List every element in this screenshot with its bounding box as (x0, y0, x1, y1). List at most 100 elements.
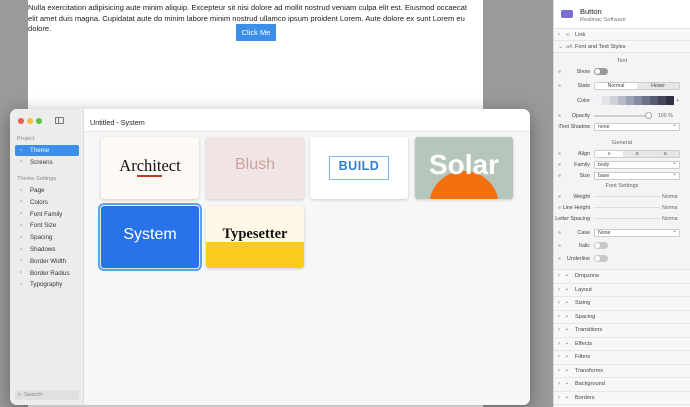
weight-value: Norma (662, 193, 678, 200)
show-toggle[interactable] (594, 68, 608, 75)
color-swatch[interactable] (650, 96, 658, 105)
theme-card-solar[interactable]: Solar (415, 137, 513, 199)
link-section[interactable]: › ∞ Link (554, 29, 690, 41)
weight-slider[interactable] (594, 196, 660, 197)
section-sizing[interactable]: › ▪ Sizing (554, 297, 690, 311)
theme-card-blush[interactable]: Blush (206, 137, 304, 199)
text-shadow-select[interactable]: none (594, 122, 680, 131)
opacity-slider[interactable] (594, 111, 652, 119)
sidebar-item-typography[interactable]: ▫ Typography (15, 279, 79, 290)
color-swatches[interactable] (594, 96, 674, 105)
state-hover-tab[interactable]: Hover (637, 82, 679, 89)
reset-dot[interactable] (558, 174, 561, 177)
sidebar-toggle-icon[interactable] (55, 117, 64, 124)
color-swatch[interactable] (626, 96, 634, 105)
architect-underline (137, 175, 162, 177)
reset-dot[interactable] (558, 114, 561, 117)
sidebar-item-spacing[interactable]: ▫ Spacing (15, 232, 79, 243)
align-center-icon[interactable]: ≡ (623, 150, 651, 157)
reset-dot[interactable] (558, 84, 561, 87)
theme-card-system[interactable]: System (98, 203, 202, 271)
theme-card-typesetter[interactable]: Typesetter (206, 206, 304, 268)
section-filters[interactable]: › ▪ Filters (554, 351, 690, 365)
color-swatch[interactable] (658, 96, 666, 105)
italic-toggle[interactable] (594, 242, 608, 249)
show-row: Show (554, 66, 690, 77)
reset-dot[interactable] (558, 244, 561, 247)
font-section[interactable]: ⌄ aA Font and Text Styles (554, 41, 690, 53)
section-layout[interactable]: › ▪ Layout (554, 283, 690, 297)
color-row: Color + (554, 95, 690, 106)
section-effects[interactable]: › ▪ Effects (554, 337, 690, 351)
colors-icon: ▫ (20, 199, 23, 206)
sidebar-item-page[interactable]: ▫ Page (15, 185, 79, 196)
color-swatch[interactable] (642, 96, 650, 105)
theme-card-build[interactable]: BUILD (310, 137, 408, 199)
sidebar-search[interactable]: ⌕ Search (15, 390, 79, 400)
case-select[interactable]: None (594, 228, 680, 237)
align-left-icon[interactable]: ≡ (595, 150, 623, 157)
sidebar-item-font-family[interactable]: ▫ Font Family (15, 209, 79, 220)
color-swatch[interactable] (634, 96, 642, 105)
sidebar-item-border-width[interactable]: ▫ Border Width (15, 256, 79, 267)
align-right-icon[interactable]: ≡ (651, 150, 679, 157)
component-vendor: Realmac Software (580, 17, 626, 23)
shadows-icon: ▫ (20, 246, 23, 253)
sidebar-item-shadows[interactable]: ▫ Shadows (15, 244, 79, 255)
line-height-row: Line Height Norma (554, 202, 690, 213)
reset-dot[interactable] (558, 231, 561, 234)
state-normal-tab[interactable]: Normal (595, 82, 637, 89)
color-swatch[interactable] (610, 96, 618, 105)
reset-dot[interactable] (558, 163, 561, 166)
reset-dot[interactable] (558, 195, 561, 198)
reset-dot[interactable] (558, 125, 561, 128)
screens-icon: ▫ (20, 159, 23, 166)
color-swatch[interactable] (594, 96, 602, 105)
theme-name: Architect (119, 156, 181, 175)
text-shadow-row: Text Shadow none (554, 121, 690, 132)
line-height-value: Norma (662, 204, 678, 211)
spacing-icon: ▪ (566, 313, 568, 320)
plus-icon[interactable]: + (676, 98, 679, 104)
sidebar-item-label: Theme (30, 147, 50, 154)
state-segmented: Normal Hover (594, 81, 680, 90)
underline-toggle[interactable] (594, 255, 608, 262)
sidebar-item-colors[interactable]: ▫ Colors (15, 197, 79, 208)
filters-icon: ▪ (566, 354, 568, 361)
zoom-window-icon[interactable] (36, 118, 42, 124)
align-row: Align ≡ ≡ ≡ (554, 148, 690, 159)
section-transitions[interactable]: › ▪ Transitions (554, 324, 690, 338)
section-label: Layout (575, 286, 592, 293)
letter-spacing-slider[interactable] (594, 218, 660, 219)
sidebar-item-font-size[interactable]: ▫ Font Size (15, 220, 79, 231)
theme-name: Typesetter (222, 226, 288, 242)
slider-knob[interactable] (645, 111, 652, 119)
sidebar-item-border-radius[interactable]: ▫ Border Radius (15, 268, 79, 279)
click-me-button[interactable]: Click Me (236, 24, 276, 41)
family-select[interactable]: body (594, 160, 680, 169)
minimize-window-icon[interactable] (27, 118, 33, 124)
reset-dot[interactable] (558, 206, 561, 209)
section-background[interactable]: › ▪ Background (554, 378, 690, 392)
reset-dot[interactable] (558, 152, 561, 155)
section-dropzone[interactable]: › ▪ Dropzone (554, 270, 690, 284)
color-swatch[interactable] (618, 96, 626, 105)
section-spacing[interactable]: › ▪ Spacing (554, 310, 690, 324)
color-swatch[interactable] (602, 96, 610, 105)
sidebar-item-label: Font Family (30, 210, 63, 218)
sidebar-item-theme[interactable]: ▫ Theme (15, 145, 79, 156)
chevron-right-icon: › (558, 327, 560, 334)
reset-dot[interactable] (558, 257, 561, 260)
close-window-icon[interactable] (18, 118, 24, 124)
section-transforms[interactable]: › ▪ Transforms (554, 364, 690, 378)
reset-dot[interactable] (558, 70, 561, 73)
section-borders[interactable]: › ▪ Borders (554, 391, 690, 405)
size-select[interactable]: base (594, 171, 680, 180)
section-label: Filters (575, 354, 591, 361)
sidebar-item-screens[interactable]: ▫ Screens (15, 157, 79, 168)
color-swatch[interactable] (666, 96, 674, 105)
underline-row: Underline (554, 253, 690, 264)
theme-card-architect[interactable]: Architect (101, 137, 199, 199)
align-segmented: ≡ ≡ ≡ (594, 149, 680, 158)
line-height-slider[interactable] (594, 207, 660, 208)
